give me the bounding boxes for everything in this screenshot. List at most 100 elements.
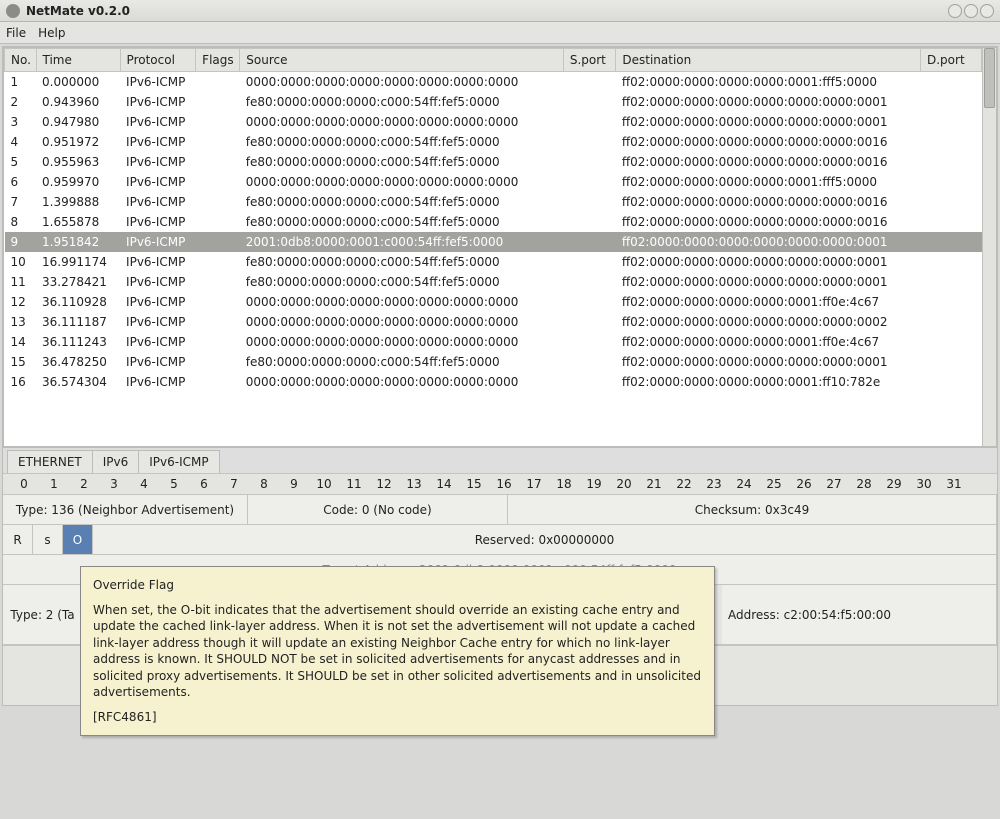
column-header[interactable]: No. xyxy=(5,49,37,72)
field-link-layer-address[interactable]: Address: c2:00:54:f5:00:00 xyxy=(722,585,997,644)
table-row[interactable]: 1133.278421IPv6-ICMPfe80:0000:0000:0000:… xyxy=(5,272,982,292)
byte-index: 11 xyxy=(339,477,369,491)
cell-no: 10 xyxy=(5,252,37,272)
cell-time: 1.399888 xyxy=(36,192,120,212)
column-header[interactable]: Time xyxy=(36,49,120,72)
byte-index: 0 xyxy=(9,477,39,491)
field-checksum[interactable]: Checksum: 0x3c49 xyxy=(508,495,997,524)
minimize-icon[interactable] xyxy=(948,4,962,18)
cell-time: 0.947980 xyxy=(36,112,120,132)
table-row[interactable]: 50.955963IPv6-ICMPfe80:0000:0000:0000:c0… xyxy=(5,152,982,172)
cell-no: 13 xyxy=(5,312,37,332)
close-icon[interactable] xyxy=(980,4,994,18)
field-reserved[interactable]: Reserved: 0x00000000 xyxy=(93,525,997,554)
cell-sport xyxy=(563,192,616,212)
cell-no: 1 xyxy=(5,72,37,93)
table-row[interactable]: 1436.111243IPv6-ICMP0000:0000:0000:0000:… xyxy=(5,332,982,352)
byte-index: 14 xyxy=(429,477,459,491)
cell-flags xyxy=(196,192,240,212)
byte-index: 3 xyxy=(99,477,129,491)
column-header[interactable]: Destination xyxy=(616,49,921,72)
table-row[interactable]: 1536.478250IPv6-ICMPfe80:0000:0000:0000:… xyxy=(5,352,982,372)
scrollbar-thumb[interactable] xyxy=(984,48,995,108)
tooltip-body: When set, the O-bit indicates that the a… xyxy=(93,602,702,701)
byte-index: 17 xyxy=(519,477,549,491)
menu-help[interactable]: Help xyxy=(38,26,65,40)
byte-index: 12 xyxy=(369,477,399,491)
table-row[interactable]: 40.951972IPv6-ICMPfe80:0000:0000:0000:c0… xyxy=(5,132,982,152)
cell-src: fe80:0000:0000:0000:c000:54ff:fef5:0000 xyxy=(240,132,564,152)
menubar: File Help xyxy=(0,22,1000,44)
column-header[interactable]: Flags xyxy=(196,49,240,72)
table-row[interactable]: 20.943960IPv6-ICMPfe80:0000:0000:0000:c0… xyxy=(5,92,982,112)
cell-proto: IPv6-ICMP xyxy=(120,372,196,392)
byte-index: 30 xyxy=(909,477,939,491)
cell-flags xyxy=(196,172,240,192)
cell-sport xyxy=(563,152,616,172)
cell-src: fe80:0000:0000:0000:c000:54ff:fef5:0000 xyxy=(240,92,564,112)
byte-index: 9 xyxy=(279,477,309,491)
byte-index: 7 xyxy=(219,477,249,491)
menu-file[interactable]: File xyxy=(6,26,26,40)
table-row[interactable]: 81.655878IPv6-ICMPfe80:0000:0000:0000:c0… xyxy=(5,212,982,232)
table-row[interactable]: 60.959970IPv6-ICMP0000:0000:0000:0000:00… xyxy=(5,172,982,192)
tooltip-reference: [RFC4861] xyxy=(93,709,702,726)
proto-tab[interactable]: IPv6 xyxy=(92,450,140,473)
cell-dport xyxy=(921,332,982,352)
cell-proto: IPv6-ICMP xyxy=(120,172,196,192)
cell-dst: ff02:0000:0000:0000:0000:0001:fff5:0000 xyxy=(616,172,921,192)
byte-index: 28 xyxy=(849,477,879,491)
column-header[interactable]: D.port xyxy=(921,49,982,72)
vertical-scrollbar[interactable] xyxy=(982,48,996,446)
cell-src: 0000:0000:0000:0000:0000:0000:0000:0000 xyxy=(240,292,564,312)
table-row[interactable]: 1636.574304IPv6-ICMP0000:0000:0000:0000:… xyxy=(5,372,982,392)
byte-index: 20 xyxy=(609,477,639,491)
table-row[interactable]: 1236.110928IPv6-ICMP0000:0000:0000:0000:… xyxy=(5,292,982,312)
maximize-icon[interactable] xyxy=(964,4,978,18)
proto-tab[interactable]: ETHERNET xyxy=(7,450,93,473)
flag-o-bit[interactable]: O xyxy=(63,525,93,554)
flag-r-bit[interactable]: R xyxy=(3,525,33,554)
column-header[interactable]: Protocol xyxy=(120,49,196,72)
byte-index: 31 xyxy=(939,477,969,491)
byte-index: 15 xyxy=(459,477,489,491)
cell-dst: ff02:0000:0000:0000:0000:0000:0000:0001 xyxy=(616,92,921,112)
byte-ruler: 0123456789101112131415161718192021222324… xyxy=(3,473,997,495)
cell-src: fe80:0000:0000:0000:c000:54ff:fef5:0000 xyxy=(240,252,564,272)
cell-sport xyxy=(563,252,616,272)
cell-proto: IPv6-ICMP xyxy=(120,252,196,272)
cell-dst: ff02:0000:0000:0000:0000:0001:ff10:782e xyxy=(616,372,921,392)
field-code[interactable]: Code: 0 (No code) xyxy=(248,495,508,524)
table-row[interactable]: 1336.111187IPv6-ICMP0000:0000:0000:0000:… xyxy=(5,312,982,332)
column-header[interactable]: S.port xyxy=(563,49,616,72)
cell-sport xyxy=(563,332,616,352)
table-row[interactable]: 1016.991174IPv6-ICMPfe80:0000:0000:0000:… xyxy=(5,252,982,272)
cell-flags xyxy=(196,372,240,392)
byte-index: 27 xyxy=(819,477,849,491)
packet-list-pane: No.TimeProtocolFlagsSourceS.portDestinat… xyxy=(3,47,997,447)
cell-dport xyxy=(921,252,982,272)
cell-no: 9 xyxy=(5,232,37,252)
table-header-row[interactable]: No.TimeProtocolFlagsSourceS.portDestinat… xyxy=(5,49,982,72)
column-header[interactable]: Source xyxy=(240,49,564,72)
flag-s-bit[interactable]: s xyxy=(33,525,63,554)
table-row[interactable]: 10.000000IPv6-ICMP0000:0000:0000:0000:00… xyxy=(5,72,982,93)
cell-dport xyxy=(921,232,982,252)
table-row[interactable]: 91.951842IPv6-ICMP2001:0db8:0000:0001:c0… xyxy=(5,232,982,252)
field-tlv-type[interactable]: Type: 2 (Ta xyxy=(3,585,83,644)
cell-flags xyxy=(196,292,240,312)
cell-proto: IPv6-ICMP xyxy=(120,232,196,252)
byte-index: 2 xyxy=(69,477,99,491)
cell-no: 3 xyxy=(5,112,37,132)
table-row[interactable]: 30.947980IPv6-ICMP0000:0000:0000:0000:00… xyxy=(5,112,982,132)
cell-proto: IPv6-ICMP xyxy=(120,92,196,112)
table-row[interactable]: 71.399888IPv6-ICMPfe80:0000:0000:0000:c0… xyxy=(5,192,982,212)
field-type[interactable]: Type: 136 (Neighbor Advertisement) xyxy=(3,495,248,524)
override-flag-tooltip: Override Flag When set, the O-bit indica… xyxy=(80,566,715,736)
proto-tab[interactable]: IPv6-ICMP xyxy=(138,450,219,473)
byte-index: 1 xyxy=(39,477,69,491)
cell-time: 36.478250 xyxy=(36,352,120,372)
cell-src: fe80:0000:0000:0000:c000:54ff:fef5:0000 xyxy=(240,272,564,292)
byte-index: 26 xyxy=(789,477,819,491)
packet-table[interactable]: No.TimeProtocolFlagsSourceS.portDestinat… xyxy=(4,48,982,392)
